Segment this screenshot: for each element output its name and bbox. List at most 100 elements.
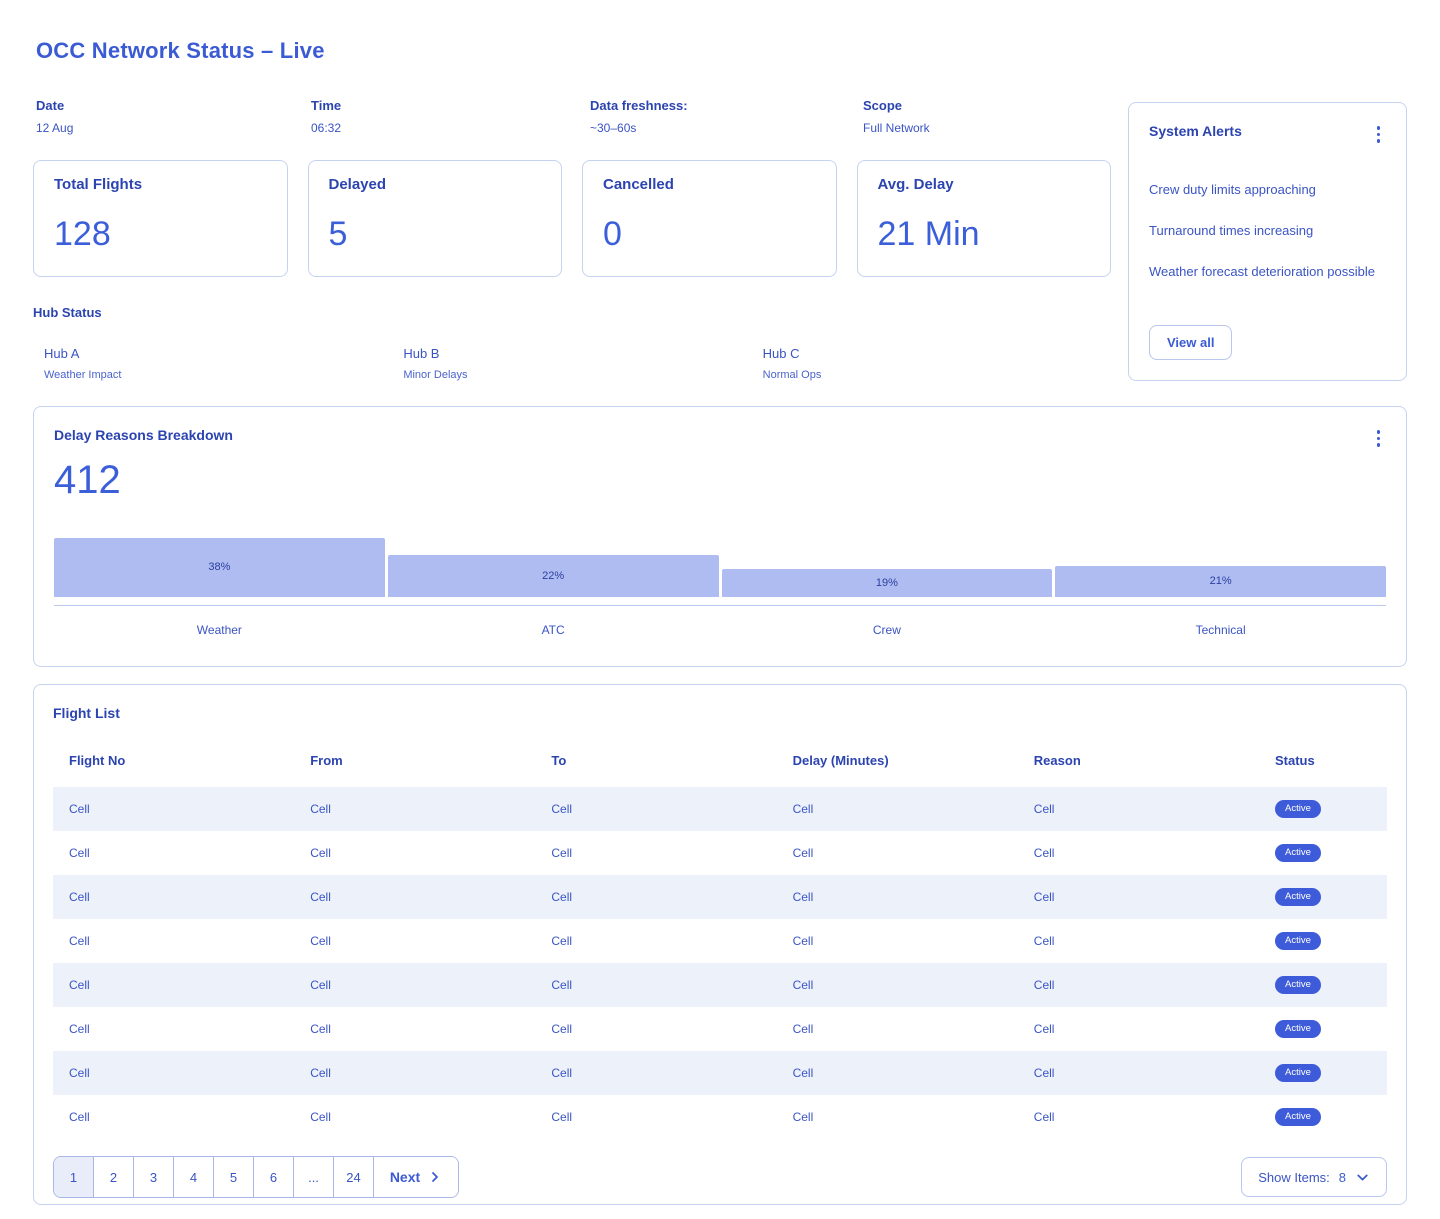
- table-cell: Cell: [53, 978, 294, 992]
- page-button[interactable]: ...: [294, 1157, 334, 1197]
- page-button[interactable]: 2: [94, 1157, 134, 1197]
- table-cell: Cell: [53, 802, 294, 816]
- table-cell: Cell: [294, 978, 535, 992]
- table-cell: Cell: [777, 1110, 1018, 1124]
- table-row: CellCellCellCellCellActive: [53, 875, 1387, 919]
- meta-label: Date: [36, 98, 311, 113]
- table-row: CellCellCellCellCellActive: [53, 787, 1387, 831]
- kpi-card: Delayed5: [308, 160, 563, 277]
- page-button[interactable]: 6: [254, 1157, 294, 1197]
- hub-row: Hub AWeather ImpactHub BMinor DelaysHub …: [33, 346, 1111, 381]
- top-section: Date 12 AugTime06:32Data freshness: ~30–60…: [33, 98, 1407, 381]
- table-cell: Cell: [294, 1022, 535, 1036]
- next-page-button[interactable]: Next: [374, 1157, 458, 1197]
- table-cell: Cell: [53, 934, 294, 948]
- table-row: CellCellCellCellCellActive: [53, 919, 1387, 963]
- hub-name: Hub A: [44, 346, 392, 361]
- delay-reasons-card: Delay Reasons Breakdown 412 38%22%19%21%…: [33, 406, 1407, 667]
- meta-item: Time06:32: [311, 98, 590, 135]
- table-row: CellCellCellCellCellActive: [53, 963, 1387, 1007]
- page-button[interactable]: 3: [134, 1157, 174, 1197]
- bar-value-label: 19%: [876, 577, 898, 589]
- table-cell: Cell: [53, 846, 294, 860]
- kpi-value: 128: [54, 215, 267, 254]
- show-items-select[interactable]: Show Items: 8: [1241, 1157, 1387, 1197]
- table-cell: Cell: [294, 846, 535, 860]
- status-badge: Active: [1275, 844, 1321, 862]
- status-badge: Active: [1275, 932, 1321, 950]
- table-cell: Cell: [777, 978, 1018, 992]
- chevron-down-icon: [1355, 1170, 1370, 1185]
- show-items-value: 8: [1339, 1170, 1346, 1185]
- table-cell: Cell: [294, 890, 535, 904]
- table-cell: Cell: [535, 978, 776, 992]
- meta-label: Scope: [863, 98, 1111, 113]
- kebab-menu-icon[interactable]: [1371, 427, 1387, 450]
- table-cell: Cell: [294, 934, 535, 948]
- status-badge: Active: [1275, 1020, 1321, 1038]
- alert-item: Weather forecast deterioration possible: [1149, 264, 1386, 279]
- kpi-card: Total Flights 128: [33, 160, 288, 277]
- status-cell: Active: [1259, 1020, 1387, 1038]
- table-cell: Cell: [1018, 1022, 1259, 1036]
- status-cell: Active: [1259, 844, 1387, 862]
- table-row: CellCellCellCellCellActive: [53, 831, 1387, 875]
- hub-item: Hub CNormal Ops: [752, 346, 1111, 381]
- delay-bar-chart: 38% 22% 19% 21% WeatherATCCrewTechnical: [54, 537, 1386, 637]
- status-cell: Active: [1259, 800, 1387, 818]
- table-cell: Cell: [1018, 1110, 1259, 1124]
- status-badge: Active: [1275, 1064, 1321, 1082]
- table-cell: Cell: [777, 846, 1018, 860]
- alert-item: Crew duty limits approaching: [1149, 182, 1386, 197]
- page-button[interactable]: 5: [214, 1157, 254, 1197]
- table-cell: Cell: [535, 802, 776, 816]
- chart-bar: 38%: [54, 538, 385, 597]
- table-cell: Cell: [777, 934, 1018, 948]
- status-badge: Active: [1275, 976, 1321, 994]
- flight-list-title: Flight List: [53, 705, 1387, 721]
- table-cell: Cell: [294, 802, 535, 816]
- kpi-card: Cancelled0: [582, 160, 837, 277]
- flight-table-header: Flight NoFromToDelay (Minutes)ReasonStat…: [53, 745, 1387, 775]
- table-cell: Cell: [777, 890, 1018, 904]
- bar-value-label: 21%: [1210, 575, 1232, 587]
- bar-category-label: Technical: [1055, 623, 1386, 637]
- status-cell: Active: [1259, 1064, 1387, 1082]
- chart-bar: 21%: [1055, 566, 1386, 597]
- view-all-button[interactable]: View all: [1149, 325, 1232, 360]
- pagination: 123456...24Next: [53, 1156, 459, 1198]
- meta-label: Data freshness:: [590, 98, 863, 113]
- table-cell: Cell: [535, 846, 776, 860]
- column-header: Flight No: [53, 753, 294, 768]
- chevron-right-icon: [428, 1170, 442, 1184]
- chart-category-labels: WeatherATCCrewTechnical: [54, 623, 1386, 637]
- page-button[interactable]: 1: [54, 1157, 94, 1197]
- table-cell: Cell: [535, 1022, 776, 1036]
- occ-dashboard: OCC Network Status – Live Date 12 AugTime…: [0, 0, 1440, 1219]
- chart-baseline: [54, 605, 1386, 606]
- page-button[interactable]: 24: [334, 1157, 374, 1197]
- kpi-label: Delayed: [329, 176, 542, 193]
- hub-status-text: Normal Ops: [763, 369, 1111, 381]
- page-button[interactable]: 4: [174, 1157, 214, 1197]
- hub-item: Hub AWeather Impact: [33, 346, 392, 381]
- column-header: Reason: [1018, 753, 1259, 768]
- kpi-label: Total Flights: [54, 176, 267, 193]
- table-row: CellCellCellCellCellActive: [53, 1095, 1387, 1139]
- table-cell: Cell: [294, 1066, 535, 1080]
- chart-bars: 38% 22% 19% 21%: [54, 537, 1386, 597]
- hub-status-title: Hub Status: [33, 305, 1111, 320]
- meta-value: ~30–60s: [590, 121, 863, 135]
- hub-item: Hub BMinor Delays: [392, 346, 751, 381]
- kpi-label: Avg. Delay: [878, 176, 1091, 193]
- status-cell: Active: [1259, 1108, 1387, 1126]
- chart-bar: 22%: [388, 555, 719, 597]
- bar-value-label: 22%: [542, 570, 564, 582]
- table-cell: Cell: [777, 802, 1018, 816]
- kebab-menu-icon[interactable]: [1371, 123, 1387, 146]
- table-cell: Cell: [1018, 846, 1259, 860]
- page-title: OCC Network Status – Live: [36, 38, 1407, 64]
- meta-value: 12 Aug: [36, 121, 311, 135]
- table-footer: 123456...24Next Show Items: 8: [53, 1156, 1387, 1198]
- alert-list: Crew duty limits approachingTurnaround t…: [1149, 156, 1386, 326]
